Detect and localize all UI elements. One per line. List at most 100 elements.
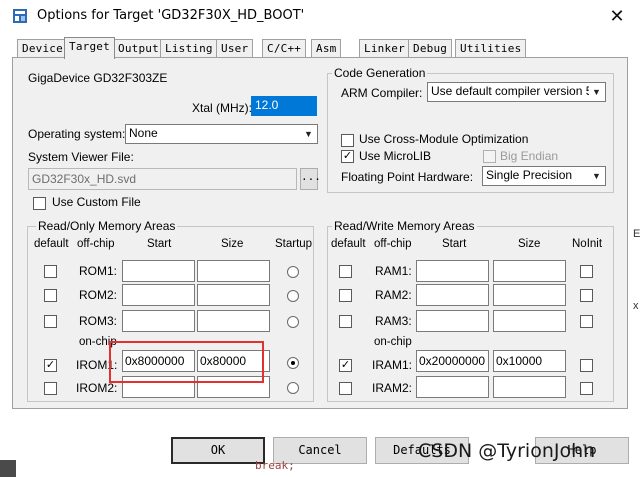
rom3-default-checkbox[interactable] xyxy=(44,315,57,328)
iram2-default-checkbox[interactable] xyxy=(339,382,352,395)
tab-c-cpp[interactable]: C/C++ xyxy=(262,39,307,57)
rom1-startup-radio[interactable] xyxy=(287,266,299,278)
tab-debug[interactable]: Debug xyxy=(408,39,453,57)
tab-user[interactable]: User xyxy=(216,39,254,57)
ram2-default-checkbox[interactable] xyxy=(339,289,352,302)
tab-asm[interactable]: Asm xyxy=(311,39,342,57)
ram-header-offchip: off-chip xyxy=(374,238,412,250)
chevron-down-icon: ▼ xyxy=(589,84,604,100)
rom-header-default: default xyxy=(34,238,69,250)
irom2-startup-radio[interactable] xyxy=(287,382,299,394)
annotation-highlight-box xyxy=(109,341,264,383)
iram1-noinit-checkbox[interactable] xyxy=(580,359,593,372)
fpu-select-value: Single Precision xyxy=(486,168,573,182)
rom3-label: ROM3: xyxy=(79,314,118,328)
rom1-label: ROM1: xyxy=(79,264,118,278)
custom-file-label: Use Custom File xyxy=(52,195,141,209)
irom2-default-checkbox[interactable] xyxy=(44,382,57,395)
iram1-start-input[interactable]: 0x20000000 xyxy=(416,350,489,372)
ram1-noinit-checkbox[interactable] xyxy=(580,265,593,278)
fpu-label: Floating Point Hardware: xyxy=(341,170,474,184)
ok-button[interactable]: OK xyxy=(171,437,265,464)
ram-onchip-label: on-chip xyxy=(374,336,412,348)
rom-header-offchip: off-chip xyxy=(77,238,115,250)
iram2-noinit-checkbox[interactable] xyxy=(580,382,593,395)
ram1-default-checkbox[interactable] xyxy=(339,265,352,278)
xtal-label: Xtal (MHz): xyxy=(192,101,252,115)
ram1-start-input[interactable] xyxy=(416,260,489,282)
big-endian-label: Big Endian xyxy=(500,149,559,163)
ram3-label: RAM3: xyxy=(375,314,412,328)
svd-label: System Viewer File: xyxy=(28,150,134,164)
iram1-default-checkbox[interactable]: ✓ xyxy=(339,359,352,372)
ram-area-title: Read/Write Memory Areas xyxy=(332,219,477,233)
microlib-checkbox[interactable]: ✓ xyxy=(341,150,354,163)
ram3-default-checkbox[interactable] xyxy=(339,315,352,328)
irom2-label: IROM2: xyxy=(76,381,118,395)
iram2-start-input[interactable] xyxy=(416,376,489,398)
app-icon xyxy=(13,9,27,23)
background-fragment xyxy=(0,460,16,477)
compiler-label: ARM Compiler: xyxy=(341,86,423,100)
rom-header-start: Start xyxy=(147,238,172,250)
tab-utilities[interactable]: Utilities xyxy=(455,39,527,57)
irom1-startup-radio[interactable] xyxy=(287,357,299,369)
ram2-size-input[interactable] xyxy=(493,284,566,306)
tab-linker[interactable]: Linker xyxy=(359,39,410,57)
rom2-label: ROM2: xyxy=(79,288,118,302)
rom2-start-input[interactable] xyxy=(122,284,195,306)
rom3-size-input[interactable] xyxy=(197,310,270,332)
iram2-size-input[interactable] xyxy=(493,376,566,398)
iram2-label: IRAM2: xyxy=(372,381,413,395)
ram-header-default: default xyxy=(331,238,366,250)
edge-char-2: x xyxy=(633,300,639,312)
compiler-select[interactable]: Use default compiler version 5 ▼ xyxy=(427,82,606,102)
ram2-start-input[interactable] xyxy=(416,284,489,306)
rom2-startup-radio[interactable] xyxy=(287,290,299,302)
rom3-start-input[interactable] xyxy=(122,310,195,332)
rom3-startup-radio[interactable] xyxy=(287,316,299,328)
iram1-label: IRAM1: xyxy=(372,358,413,372)
os-label: Operating system: xyxy=(28,127,126,141)
ram2-noinit-checkbox[interactable] xyxy=(580,289,593,302)
tab-output[interactable]: Output xyxy=(113,39,164,57)
rom2-size-input[interactable] xyxy=(197,284,270,306)
fpu-select[interactable]: Single Precision ▼ xyxy=(482,166,606,186)
ram-header-noinit: NoInit xyxy=(572,238,603,250)
ram1-label: RAM1: xyxy=(375,264,412,278)
edge-char-1: E xyxy=(633,228,640,240)
csdn-watermark: CSDN @TyrionJohn xyxy=(418,440,596,462)
ram3-size-input[interactable] xyxy=(493,310,566,332)
rom1-default-checkbox[interactable] xyxy=(44,265,57,278)
custom-file-checkbox[interactable] xyxy=(33,197,46,210)
tab-target[interactable]: Target xyxy=(64,37,115,59)
chevron-down-icon: ▼ xyxy=(301,126,316,142)
os-select[interactable]: None ▼ xyxy=(125,124,318,144)
cross-module-label: Use Cross-Module Optimization xyxy=(359,132,529,146)
big-endian-checkbox[interactable] xyxy=(483,150,496,163)
irom1-default-checkbox[interactable]: ✓ xyxy=(44,359,57,372)
ram2-label: RAM2: xyxy=(375,288,412,302)
tab-listing[interactable]: Listing xyxy=(160,39,218,57)
microlib-label: Use MicroLIB xyxy=(359,149,432,163)
cross-module-checkbox[interactable] xyxy=(341,134,354,147)
ram3-noinit-checkbox[interactable] xyxy=(580,315,593,328)
ram3-start-input[interactable] xyxy=(416,310,489,332)
svd-input[interactable]: GD32F30x_HD.svd xyxy=(28,168,297,190)
svd-browse-button[interactable]: ... xyxy=(300,168,321,190)
ram1-size-input[interactable] xyxy=(493,260,566,282)
tab-device[interactable]: Device xyxy=(17,39,68,57)
rom1-start-input[interactable] xyxy=(122,260,195,282)
close-icon[interactable]: ✕ xyxy=(600,3,634,29)
chevron-down-icon: ▼ xyxy=(589,168,604,184)
target-panel: GigaDevice GD32F303ZE Xtal (MHz): 12.0 O… xyxy=(12,57,628,409)
rom-area-title: Read/Only Memory Areas xyxy=(36,219,178,233)
title-bar: Options for Target 'GD32F30X_HD_BOOT' ✕ xyxy=(0,0,640,33)
xtal-input[interactable]: 12.0 xyxy=(251,96,317,116)
rom1-size-input[interactable] xyxy=(197,260,270,282)
rom2-default-checkbox[interactable] xyxy=(44,289,57,302)
iram1-size-input[interactable]: 0x10000 xyxy=(493,350,566,372)
rom-header-startup: Startup xyxy=(275,238,313,250)
window-title: Options for Target 'GD32F30X_HD_BOOT' xyxy=(37,8,305,23)
ram-header-size: Size xyxy=(518,238,541,250)
